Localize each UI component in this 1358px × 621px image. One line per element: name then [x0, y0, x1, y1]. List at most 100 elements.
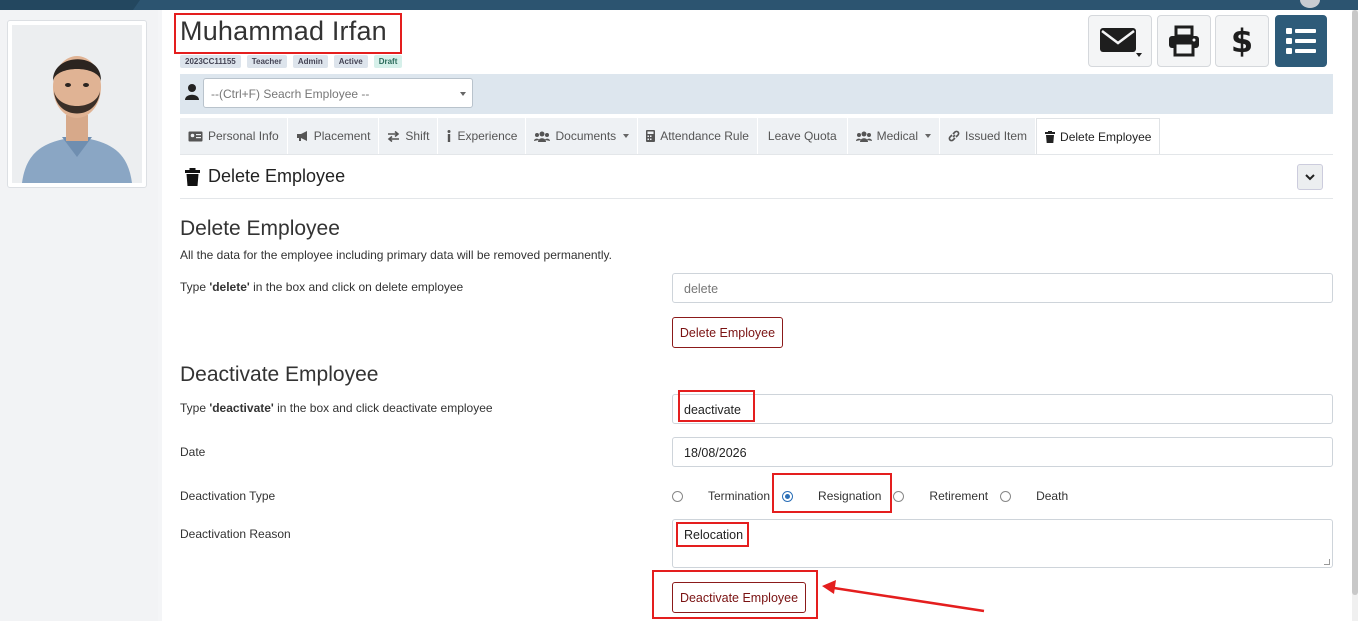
chevron-down-icon	[1305, 173, 1315, 180]
caret-down-icon	[623, 134, 630, 138]
tab-medical[interactable]: Medical	[847, 118, 940, 154]
tab-personal-info-label: Personal Info	[208, 129, 279, 143]
calculator-icon	[646, 130, 656, 142]
exchange-icon	[388, 130, 400, 142]
deactivate-employee-button-label: Deactivate Employee	[679, 590, 799, 605]
radio-retirement[interactable]	[893, 490, 905, 502]
delete-instruction: Type 'delete' in the box and click on de…	[180, 280, 463, 294]
badge-status: Active	[333, 55, 368, 68]
radio-termination[interactable]	[672, 490, 683, 502]
users-icon	[855, 131, 872, 142]
delete-keyword: 'delete'	[209, 280, 250, 294]
trash-icon	[185, 167, 200, 186]
employee-tabs: Personal Info Placement Shift Experience…	[180, 118, 1161, 154]
resize-handle[interactable]	[1324, 559, 1330, 565]
deactivate-instruction-suffix: in the box and click deactivate employee	[273, 401, 493, 415]
radio-retirement-label: Retirement	[929, 489, 989, 503]
bullhorn-icon	[296, 131, 307, 141]
employee-list-button[interactable]	[1275, 15, 1327, 67]
deactivate-instruction-prefix: Type	[180, 401, 210, 415]
tab-shift[interactable]: Shift	[379, 118, 439, 154]
collapse-panel-button[interactable]	[1297, 164, 1323, 190]
delete-section-heading: Delete Employee	[180, 217, 340, 240]
deactivation-type-label: Deactivation Type	[180, 489, 276, 503]
chevron-down-icon	[460, 92, 466, 96]
print-button[interactable]	[1157, 15, 1211, 67]
employee-search-select[interactable]: --(Ctrl+F) Seacrh Employee --	[203, 78, 473, 108]
tab-delete-employee[interactable]: Delete Employee	[1036, 118, 1161, 154]
list-icon	[1286, 28, 1316, 54]
delete-confirm-placeholder: delete	[684, 282, 719, 296]
employee-search-bar: --(Ctrl+F) Seacrh Employee --	[180, 74, 1333, 114]
user-icon	[185, 84, 199, 100]
trash-icon	[1045, 130, 1056, 143]
payroll-button[interactable]: $	[1215, 15, 1269, 67]
employee-photo	[12, 25, 142, 183]
badge-role: Admin	[292, 55, 328, 68]
deactivate-confirm-input[interactable]: deactivate	[672, 394, 1333, 424]
deactivation-type-group: Termination Resignation Retirement Death	[672, 486, 1068, 506]
employee-photo-image	[12, 25, 142, 183]
badge-draft: Draft	[373, 55, 403, 68]
link-icon	[948, 130, 960, 142]
tabs-divider	[180, 154, 1333, 155]
tab-experience[interactable]: Experience	[438, 118, 527, 154]
email-button[interactable]	[1088, 15, 1152, 67]
panel-divider	[180, 198, 1333, 199]
deactivate-section-heading: Deactivate Employee	[180, 363, 379, 386]
tab-experience-label: Experience	[457, 129, 518, 143]
user-avatar[interactable]	[1300, 0, 1320, 8]
radio-resignation-label: Resignation	[818, 489, 882, 503]
caret-down-icon	[925, 134, 931, 138]
tab-leave-quota[interactable]: Leave Quota	[757, 118, 848, 154]
employee-badges: 2023CC11155 Teacher Admin Active Draft	[180, 55, 403, 68]
tab-attendance-rule-label: Attendance Rule	[660, 129, 749, 143]
delete-employee-button-label: Delete Employee	[679, 325, 776, 340]
tab-delete-employee-label: Delete Employee	[1060, 129, 1152, 144]
info-icon	[447, 130, 451, 142]
deactivate-employee-button[interactable]: Deactivate Employee	[672, 582, 806, 613]
tab-shift-label: Shift	[405, 129, 430, 143]
tab-personal-info[interactable]: Personal Info	[180, 118, 288, 154]
date-label: Date	[180, 445, 206, 459]
scrollbar-thumb[interactable]	[1352, 10, 1358, 595]
svg-text:$: $	[1231, 24, 1253, 58]
deactivation-reason-label: Deactivation Reason	[180, 527, 291, 541]
employee-search-placeholder: --(Ctrl+F) Seacrh Employee --	[211, 87, 370, 101]
deactivate-confirm-value: deactivate	[684, 403, 741, 417]
tab-medical-label: Medical	[876, 129, 918, 143]
radio-termination-label: Termination	[708, 489, 771, 503]
radio-resignation[interactable]	[782, 490, 794, 502]
panel-title: Delete Employee	[208, 166, 346, 186]
top-bar	[0, 0, 1358, 10]
tab-documents[interactable]: Documents	[526, 118, 639, 154]
tab-documents-label: Documents	[555, 129, 617, 143]
delete-section-description: All the data for the employee including …	[180, 248, 612, 262]
tab-attendance-rule[interactable]: Attendance Rule	[638, 118, 758, 154]
scrollbar[interactable]	[1352, 10, 1358, 621]
date-value: 18/08/2026	[684, 446, 747, 460]
delete-instruction-suffix: in the box and click on delete employee	[249, 280, 464, 294]
radio-death-label: Death	[1036, 489, 1069, 503]
delete-instruction-prefix: Type	[180, 280, 210, 294]
employee-name: Muhammad Irfan	[180, 16, 387, 46]
panel-header: Delete Employee	[185, 166, 345, 187]
deactivate-keyword: 'deactivate'	[209, 401, 274, 415]
deactivation-reason-textarea[interactable]: Relocation	[672, 519, 1333, 568]
deactivation-reason-value: Relocation	[684, 528, 744, 542]
delete-confirm-input[interactable]: delete	[672, 273, 1333, 303]
radio-death[interactable]	[1000, 490, 1012, 502]
delete-employee-button[interactable]: Delete Employee	[672, 317, 783, 348]
tab-issued-item-label: Issued Item	[965, 129, 1028, 143]
tab-placement[interactable]: Placement	[287, 118, 380, 154]
date-input[interactable]: 18/08/2026	[672, 437, 1333, 467]
deactivate-instruction: Type 'deactivate' in the box and click d…	[180, 401, 493, 415]
tab-issued-item[interactable]: Issued Item	[940, 118, 1037, 154]
top-bar-accent	[0, 0, 140, 10]
badge-designation: Teacher	[246, 55, 287, 68]
sidebar	[0, 10, 158, 621]
users-icon	[534, 131, 551, 142]
tab-leave-quota-label: Leave Quota	[767, 129, 837, 143]
printer-icon	[1169, 25, 1199, 57]
badge-employee-code: 2023CC11155	[180, 55, 241, 68]
